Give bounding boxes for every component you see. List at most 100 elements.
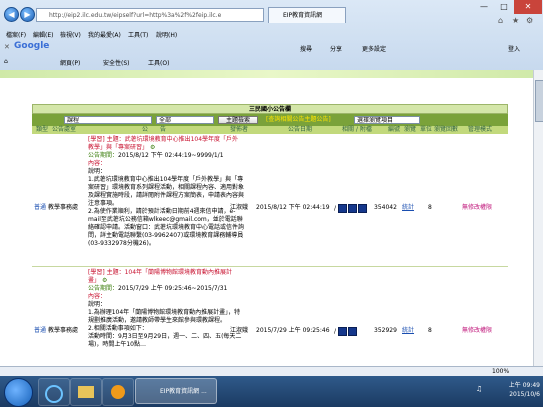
address-bar[interactable]: http://eip2.ilc.edu.tw/eipself?url=http%… — [36, 8, 264, 22]
word-file-icon[interactable] — [347, 327, 357, 336]
col-publisher: 發佈者 — [230, 126, 249, 133]
volume-icon[interactable]: ♫ — [476, 385, 482, 393]
stat-link[interactable]: 統計 — [402, 327, 414, 335]
attach-icons: / — [334, 327, 358, 336]
row-count: 8 — [428, 327, 432, 334]
row-date: 2015/7/29 上午 09:25:46 — [256, 327, 330, 334]
col-stat: 瀏覽 — [404, 126, 417, 133]
row-manage: 無修改權限 — [462, 327, 493, 334]
period-value: 2015/8/12 下午 02:44:19~9999/1/1 — [118, 152, 224, 159]
settings-icon[interactable]: ⚙ — [526, 16, 533, 25]
minimize-icon[interactable]: — — [474, 0, 494, 14]
word-file-icon[interactable] — [357, 204, 367, 213]
row-subject-block: [學習] 主題：武荖坑環境教育中心推出104學年度「戶外教學」與「專案研習」 ⚙… — [88, 136, 244, 248]
period-value: 2015/7/29 上午 09:25:46~2015/7/31 — [118, 285, 228, 292]
table-row: 普通 教學事務處 [學習] 主題：104年「蘭陽博物館環境教育動內推展計畫」 ⚙… — [32, 267, 508, 380]
close-icon[interactable]: ✕ — [514, 0, 542, 14]
menu-edit[interactable]: 編輯(E) — [33, 30, 53, 39]
period-label: 公告期間： — [88, 285, 119, 292]
ie-window-taskbar-button[interactable]: EIP教育資訊網 ... — [135, 378, 217, 404]
media-taskbar-icon[interactable] — [102, 378, 134, 406]
col-count: 瀏覽回數 — [434, 126, 459, 133]
col-dept: 公告處室 — [52, 126, 77, 133]
share-label: 分享 — [330, 46, 343, 53]
col-subject: 公 告 — [142, 126, 167, 133]
search-button[interactable]: 搜尋 — [300, 44, 312, 53]
content-label: 內容： — [88, 293, 107, 300]
filter-select[interactable]: 全部 — [156, 116, 214, 124]
keyword-input[interactable]: 課程 — [64, 116, 152, 124]
period-label: 公告期間： — [88, 152, 119, 159]
word-file-icon[interactable] — [337, 327, 347, 336]
subject-tag: [學習] 主題： — [88, 269, 125, 276]
menu-favorites[interactable]: 我的最愛(A) — [88, 30, 121, 39]
menu-view[interactable]: 檢視(V) — [60, 30, 81, 39]
col-unit: 單位 — [420, 126, 433, 133]
taskbar: EIP教育資訊網 ... ♫ 上午 09:49 2015/10/6 — [0, 376, 543, 407]
content-label: 內容： — [88, 160, 107, 167]
menu-help[interactable]: 說明(H) — [156, 30, 177, 39]
content-text: 說明： 1.武荖坑環境教育中心推出104學年度「戶外教學」與「專案研習」環境教育… — [88, 168, 245, 247]
subject-tag: [學習] 主題： — [88, 136, 125, 143]
menu-safety[interactable]: 安全性(S) — [103, 58, 130, 67]
home-icon[interactable]: ⌂ — [498, 16, 503, 25]
col-date: 公告日期 — [288, 126, 313, 133]
col-id: 編號 — [388, 126, 401, 133]
maximize-icon[interactable]: □ — [494, 0, 514, 14]
clock-time: 上午 09:49 — [508, 382, 540, 389]
row-type: 普通 — [34, 204, 47, 211]
table-row: 普通 教學事務處 [學習] 主題：武荖坑環境教育中心推出104學年度「戶外教學」… — [32, 134, 508, 267]
menu-tools[interactable]: 工具(T) — [128, 30, 148, 39]
attach-icons: / — [334, 204, 368, 213]
forward-icon[interactable]: ▶ — [20, 7, 35, 22]
menu-file[interactable]: 檔案(F) — [6, 30, 26, 39]
clock[interactable]: 上午 09:49 2015/10/6 — [494, 381, 540, 399]
row-id: 352929 — [374, 327, 397, 334]
page-title: 三民國小公告欄 — [32, 104, 508, 114]
login-link[interactable]: 登入 — [508, 44, 520, 53]
scrollbar-thumb[interactable] — [535, 80, 543, 122]
row-publisher: 江淑娥 — [230, 327, 249, 334]
col-type: 類型 — [36, 126, 49, 133]
explorer-taskbar-icon[interactable] — [70, 378, 102, 406]
bookmark-icon[interactable]: ⚙ — [150, 144, 155, 151]
row-count: 8 — [428, 204, 432, 211]
col-attach: 相關 / 附檔 — [342, 126, 372, 133]
row-subject-block: [學習] 主題：104年「蘭陽博物館環境教育動內推展計畫」 ⚙ 公告期間：201… — [88, 269, 244, 349]
row-manage: 無修改權限 — [462, 204, 493, 211]
close-toolbar-icon[interactable]: ✕ — [4, 43, 10, 51]
start-button[interactable] — [4, 378, 33, 407]
stat-link[interactable]: 統計 — [402, 204, 414, 212]
search-label: 搜尋 — [300, 46, 313, 53]
google-toolbar: ✕ Google 搜尋 分享 更多設定 登入 — [0, 40, 543, 95]
page-content: 三民國小公告欄 課程 全部 主題檢索 [查詢相關公告主題公告] 選擇瀏覽項目 類… — [0, 70, 543, 380]
back-icon[interactable]: ◀ — [4, 7, 19, 22]
row-dept: 教學事務處 — [48, 327, 79, 334]
favorites-icon[interactable]: ★ — [512, 16, 519, 25]
category-link[interactable]: [查詢相關公告主題公告] — [266, 116, 331, 124]
home-small-icon[interactable]: ⌂ — [4, 58, 8, 65]
share-button[interactable]: 分享 — [330, 44, 342, 53]
menu-page[interactable]: 網頁(P) — [60, 58, 80, 67]
menu-tools-toolbar[interactable]: 工具(O) — [148, 58, 169, 67]
browser-chrome: ◀ ▶ http://eip2.ilc.edu.tw/eipself?url=h… — [0, 0, 543, 95]
word-file-icon[interactable] — [337, 204, 347, 213]
col-manage: 管理模式 — [468, 126, 493, 133]
more-settings-link[interactable]: 更多設定 — [362, 44, 386, 53]
word-file-icon[interactable] — [347, 204, 357, 213]
content-text: 說明： 1.為辦理104年「蘭陽博物館環境教育動內推展計畫」，特規劃推廣活動，邀… — [88, 301, 242, 348]
row-dept: 教學事務處 — [48, 204, 79, 211]
page-banner — [0, 70, 543, 78]
browser-tab[interactable]: EIP教育資訊網 — [268, 7, 346, 23]
bookmark-icon[interactable]: ⚙ — [102, 277, 107, 284]
row-publisher: 江淑娥 — [230, 204, 249, 211]
view-select[interactable]: 選擇瀏覽項目 — [354, 116, 420, 124]
row-type: 普通 — [34, 327, 47, 334]
ie-taskbar-icon[interactable] — [38, 378, 70, 406]
search-row: 課程 全部 主題檢索 [查詢相關公告主題公告] 選擇瀏覽項目 — [32, 114, 508, 126]
vertical-scrollbar[interactable] — [533, 70, 543, 376]
google-logo: Google — [14, 41, 50, 51]
search-submit-button[interactable]: 主題檢索 — [218, 116, 258, 124]
table-header: 類型 公告處室 公 告 發佈者 公告日期 相關 / 附檔 編號 瀏覽 單位 瀏覽… — [32, 126, 508, 134]
row-date: 2015/8/12 下午 02:44:19 — [256, 204, 330, 211]
